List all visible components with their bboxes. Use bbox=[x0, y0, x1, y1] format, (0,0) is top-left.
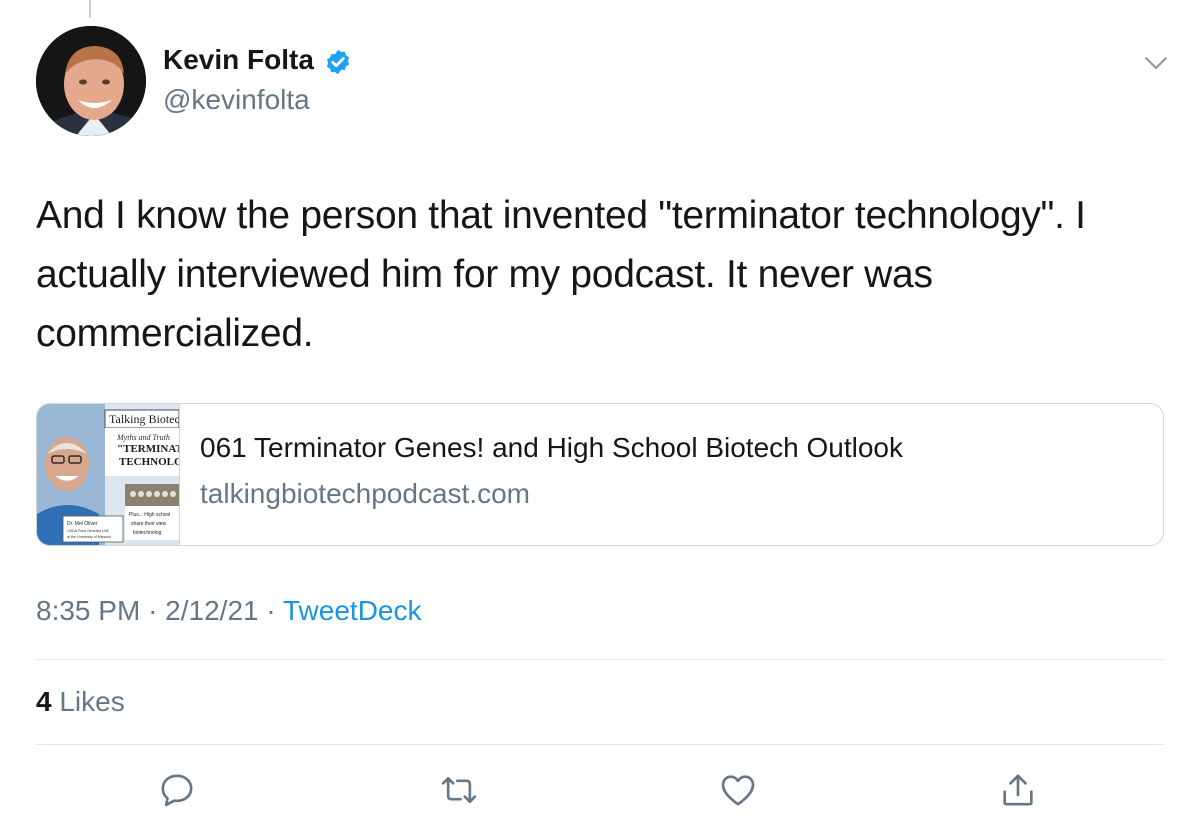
author-avatar[interactable] bbox=[36, 26, 146, 136]
retweet-button[interactable] bbox=[439, 770, 479, 810]
tweet-metadata: 8:35 PM · 2/12/21 · TweetDeck bbox=[36, 595, 421, 627]
reply-button[interactable] bbox=[157, 770, 197, 810]
meta-separator: · bbox=[148, 595, 158, 626]
tweet-date[interactable]: 2/12/21 bbox=[165, 595, 258, 626]
reply-icon bbox=[161, 774, 193, 807]
card-thumbnail: Talking Biotec Myths and Truth "TERMINAT… bbox=[37, 404, 180, 545]
meta-separator: · bbox=[266, 595, 276, 626]
podcast-thumbnail-image: Talking Biotec Myths and Truth "TERMINAT… bbox=[37, 404, 179, 545]
retweet-icon bbox=[441, 777, 477, 803]
tweet-text-line: commercialized. bbox=[36, 312, 314, 355]
thumb-caption-1: Dr. Mel Oliver bbox=[67, 521, 98, 527]
tweet-text-line: actually interviewed him for my podcast.… bbox=[36, 253, 933, 296]
share-button[interactable] bbox=[998, 770, 1038, 810]
divider bbox=[36, 659, 1164, 660]
thread-connector-line bbox=[89, 0, 91, 18]
likes-stat[interactable]: 4 Likes bbox=[36, 686, 125, 718]
author-name[interactable]: Kevin Folta bbox=[163, 44, 314, 76]
thumb-headline-1: "TERMINAT bbox=[117, 443, 179, 455]
card-title: 061 Terminator Genes! and High School Bi… bbox=[200, 432, 904, 463]
tweet-time[interactable]: 8:35 PM bbox=[36, 595, 140, 626]
author-handle[interactable]: @kevinfolta bbox=[163, 84, 310, 116]
likes-label: Likes bbox=[59, 686, 125, 717]
like-button[interactable] bbox=[718, 770, 758, 810]
like-icon bbox=[721, 775, 755, 806]
thumb-script-text: Myths and Truth bbox=[116, 433, 170, 442]
chevron-down-icon[interactable] bbox=[1140, 50, 1172, 76]
thumb-caption-3: at the University of Missouri bbox=[67, 535, 111, 539]
card-domain: talkingbiotechpodcast.com bbox=[200, 478, 530, 509]
thumb-plus-1: Plus... High school bbox=[129, 512, 170, 518]
thumb-caption-2: USDA Plant Genetics Unit bbox=[67, 529, 109, 533]
thumb-plus-2: share their view bbox=[131, 521, 166, 527]
thumb-banner-text: Talking Biotec bbox=[109, 412, 179, 426]
tweet-source-link[interactable]: TweetDeck bbox=[283, 595, 422, 626]
share-icon bbox=[1003, 774, 1033, 806]
verified-badge-icon bbox=[326, 49, 350, 75]
tweet-text-line: And I know the person that invented "ter… bbox=[36, 194, 1086, 237]
divider bbox=[36, 744, 1164, 745]
avatar-photo bbox=[36, 26, 146, 136]
thumb-plus-3: biotechnolog bbox=[133, 530, 162, 536]
link-preview-card[interactable]: Talking Biotec Myths and Truth "TERMINAT… bbox=[36, 403, 1164, 546]
tweet-text: And I know the person that invented "ter… bbox=[36, 186, 1176, 363]
likes-count: 4 bbox=[36, 686, 52, 717]
thumb-headline-2: TECHNOLO bbox=[119, 456, 179, 468]
